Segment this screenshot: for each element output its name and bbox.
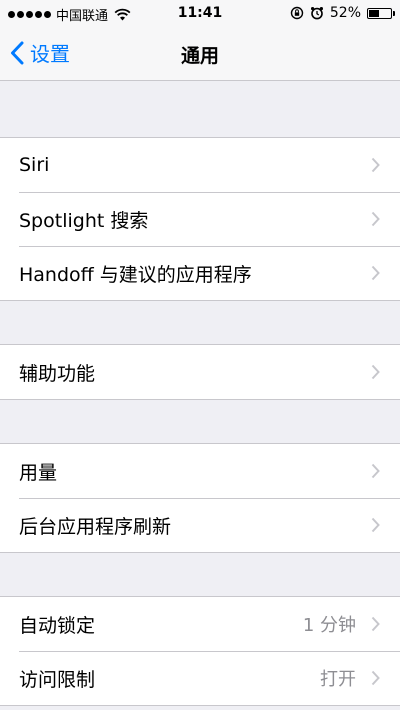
alarm-icon <box>310 7 323 20</box>
navigation-bar: 设置 通用 <box>0 28 400 81</box>
settings-list: Siri Spotlight 搜索 Handoff 与建议的应用程序 辅助功能 … <box>0 81 400 706</box>
settings-row-restrictions[interactable]: 访问限制 打开 <box>0 651 400 705</box>
chevron-right-icon <box>371 517 380 533</box>
row-label: Handoff 与建议的应用程序 <box>19 263 252 286</box>
settings-row-accessibility[interactable]: 辅助功能 <box>0 345 400 399</box>
battery-fill <box>369 9 379 17</box>
back-label: 设置 <box>30 42 70 66</box>
row-label: 后台应用程序刷新 <box>19 515 172 538</box>
settings-row-siri[interactable]: Siri <box>0 138 400 192</box>
chevron-left-icon <box>11 41 24 64</box>
battery-percent: 52% <box>329 5 361 21</box>
settings-row-usage[interactable]: 用量 <box>0 444 400 498</box>
back-button[interactable]: 设置 <box>10 38 70 67</box>
row-label: 用量 <box>19 461 58 484</box>
chevron-right-icon <box>371 364 380 380</box>
chevron-right-icon <box>371 670 380 686</box>
status-bar: 中国联通 11:41 52% <box>0 0 400 28</box>
chevron-right-icon <box>371 265 380 281</box>
chevron-right-icon <box>371 157 380 173</box>
row-label: 辅助功能 <box>19 362 96 385</box>
row-label: Spotlight 搜索 <box>19 209 149 232</box>
orientation-lock-icon <box>290 6 304 20</box>
settings-group: Siri Spotlight 搜索 Handoff 与建议的应用程序 <box>0 137 400 301</box>
status-right: 52% <box>290 5 395 21</box>
battery-icon <box>367 7 395 19</box>
row-label: Siri <box>19 154 50 176</box>
settings-general-screen: 中国联通 11:41 52% 设置 通用 Siri Spotlight 搜索 H… <box>0 0 400 710</box>
settings-group: 自动锁定 1 分钟 访问限制 打开 <box>0 596 400 706</box>
chevron-right-icon <box>371 211 380 227</box>
row-label: 访问限制 <box>19 668 96 691</box>
chevron-right-icon <box>371 616 380 632</box>
settings-row-background-refresh[interactable]: 后台应用程序刷新 <box>0 498 400 552</box>
settings-group: 用量 后台应用程序刷新 <box>0 443 400 553</box>
settings-row-auto-lock[interactable]: 自动锁定 1 分钟 <box>0 597 400 651</box>
row-label: 自动锁定 <box>19 614 96 637</box>
settings-row-handoff[interactable]: Handoff 与建议的应用程序 <box>0 246 400 300</box>
chevron-right-icon <box>371 463 380 479</box>
settings-group: 辅助功能 <box>0 344 400 400</box>
row-value: 1 分钟 <box>302 615 356 636</box>
row-value: 打开 <box>320 669 356 690</box>
settings-row-spotlight[interactable]: Spotlight 搜索 <box>0 192 400 246</box>
